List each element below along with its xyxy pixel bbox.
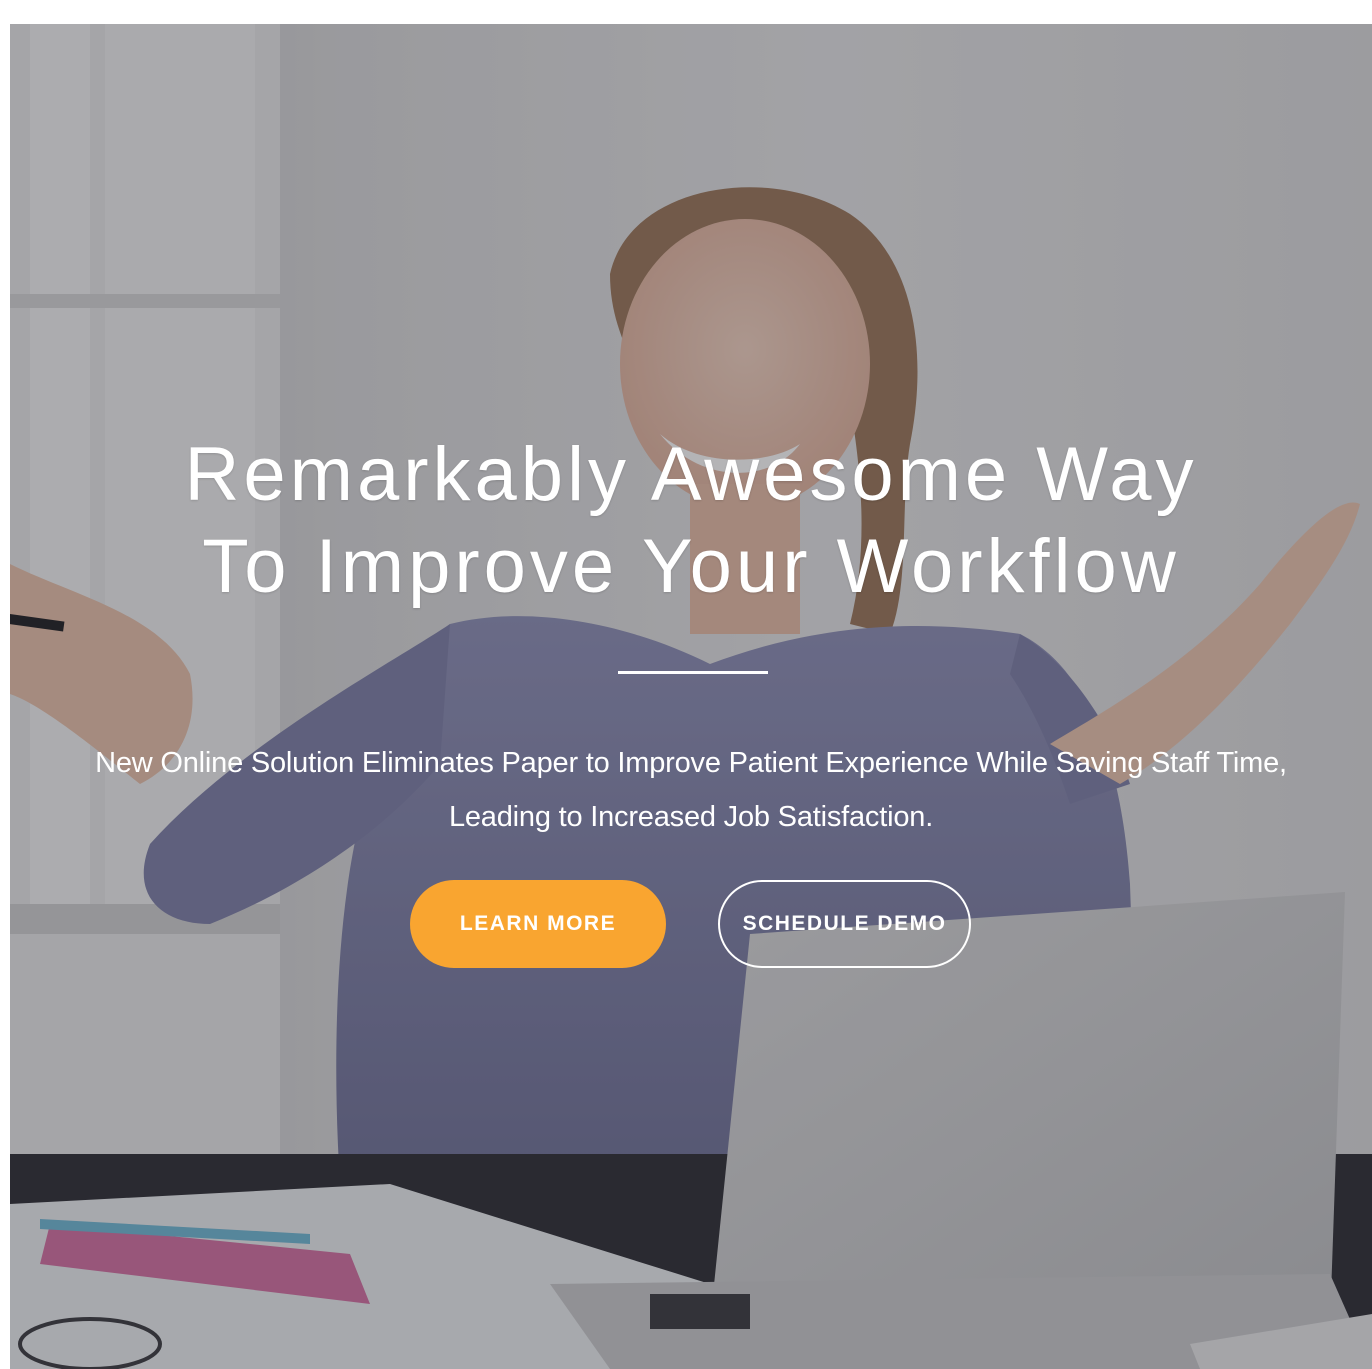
hero-title-line-2: To Improve Your Workflow <box>202 524 1180 609</box>
hero-content: Remarkably Awesome Way To Improve Your W… <box>10 24 1372 1369</box>
hero-subtitle: New Online Solution Eliminates Paper to … <box>95 747 1287 833</box>
title-divider <box>618 671 768 674</box>
hero-title-line-1: Remarkably Awesome Way <box>184 432 1198 517</box>
page: Remarkably Awesome Way To Improve Your W… <box>0 0 1372 1369</box>
hero-title: Remarkably Awesome Way To Improve Your W… <box>10 429 1372 613</box>
schedule-demo-button[interactable]: SCHEDULE DEMO <box>718 880 971 968</box>
hero-banner: Remarkably Awesome Way To Improve Your W… <box>10 24 1372 1369</box>
learn-more-button[interactable]: LEARN MORE <box>410 880 666 968</box>
